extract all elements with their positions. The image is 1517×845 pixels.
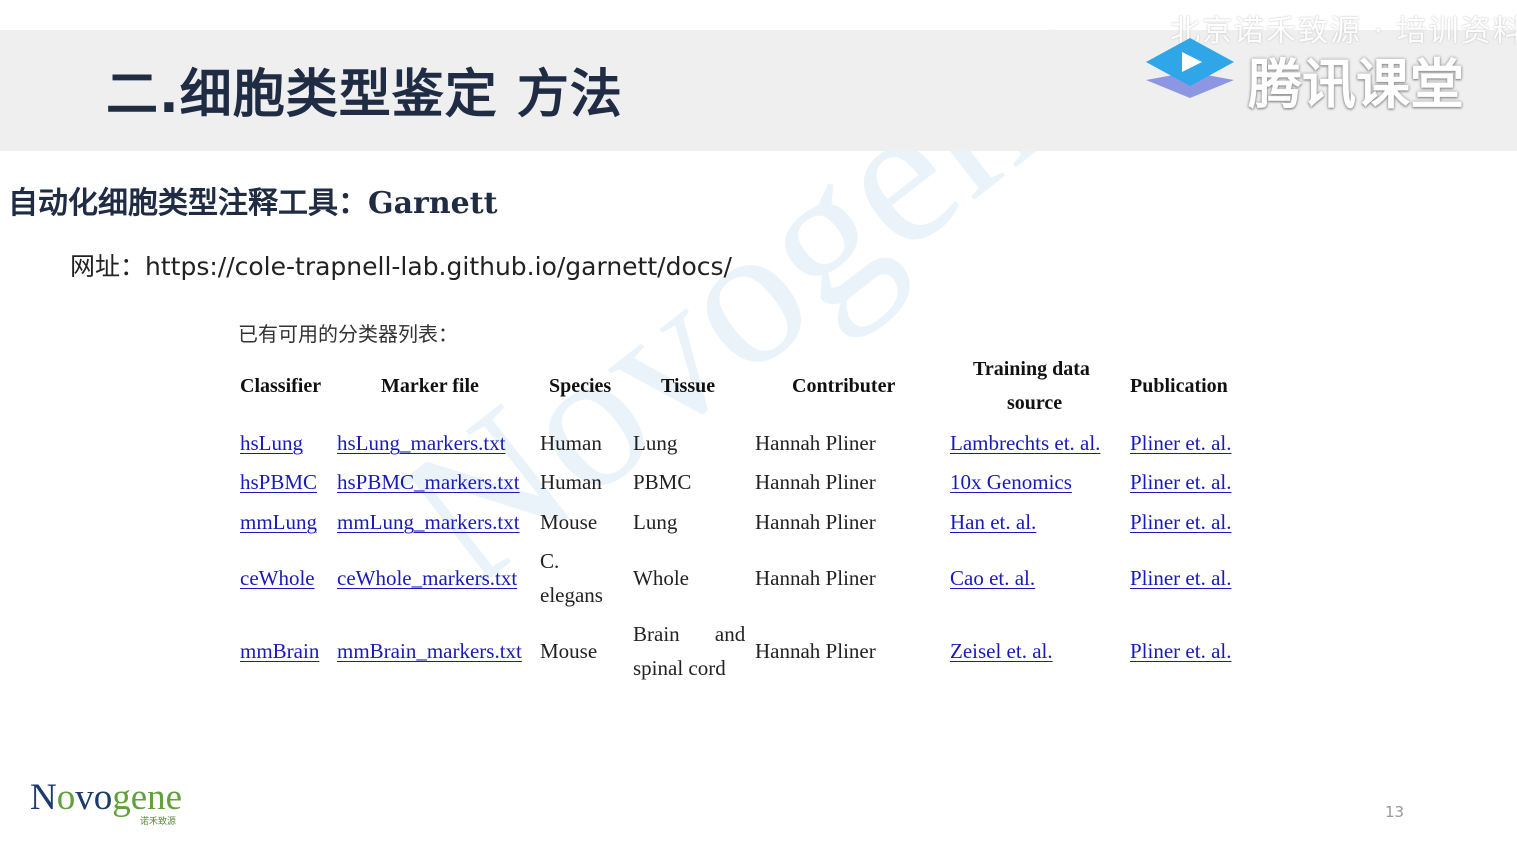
species-cell: Human: [540, 470, 602, 494]
page-number: 13: [1385, 803, 1405, 821]
species-cell: Human: [540, 431, 602, 455]
table-row: ceWhole ceWhole_markers.txt C. elegans W…: [240, 544, 1250, 616]
contributer-cell: Hannah Pliner: [755, 566, 876, 590]
marker-file-link[interactable]: hsLung_markers.txt: [337, 426, 506, 460]
marker-file-link[interactable]: hsPBMC_markers.txt: [337, 465, 520, 499]
training-source-link[interactable]: Han et. al.: [950, 505, 1036, 539]
slide-title: 二.细胞类型鉴定 方法: [106, 65, 623, 125]
tissue-line1-text: Brain and: [633, 622, 746, 646]
url-line: 网址：https://cole-trapnell-lab.github.io/g…: [70, 247, 732, 283]
classifier-link[interactable]: hsPBMC: [240, 465, 317, 499]
training-source-link[interactable]: Zeisel et. al.: [950, 634, 1053, 668]
tissue-cell: PBMC: [633, 470, 692, 494]
header-training-line2: source: [1007, 392, 1063, 414]
table-row: hsLung hsLung_markers.txt Human Lung Han…: [240, 426, 1250, 462]
table-row: mmBrain mmBrain_markers.txt Mouse Brain …: [240, 617, 1250, 689]
contributer-cell: Hannah Pliner: [755, 470, 876, 494]
tencent-classroom-logo-icon: [1146, 38, 1234, 98]
tissue-cell-line1: Brain and: [633, 617, 751, 651]
training-source-link[interactable]: Lambrechts et. al.: [950, 426, 1100, 460]
classifier-link[interactable]: hsLung: [240, 426, 303, 460]
training-source-link[interactable]: 10x Genomics: [950, 465, 1072, 499]
species-cell-line1: C.: [540, 549, 560, 573]
publication-link[interactable]: Pliner et. al.: [1130, 634, 1231, 668]
logo-n: N: [30, 777, 57, 818]
publication-link[interactable]: Pliner et. al.: [1130, 426, 1231, 460]
header-marker-file: Marker file: [381, 375, 479, 397]
marker-file-link[interactable]: mmBrain_markers.txt: [337, 634, 522, 668]
subtitle-prefix: 自动化细胞类型注释工具：: [8, 186, 368, 221]
training-source-link[interactable]: Cao et. al.: [950, 561, 1035, 595]
publication-link[interactable]: Pliner et. al.: [1130, 465, 1231, 499]
logo-gene: gene: [112, 777, 183, 818]
url-value[interactable]: https://cole-trapnell-lab.github.io/garn…: [145, 252, 732, 281]
species-cell: Mouse: [540, 510, 598, 534]
table-row: hsPBMC hsPBMC_markers.txt Human PBMC Han…: [240, 465, 1250, 501]
tissue-cell: Lung: [633, 431, 678, 455]
tissue-cell: Whole: [633, 566, 689, 590]
section-subtitle: 自动化细胞类型注释工具：Garnett: [8, 178, 497, 222]
contributer-cell: Hannah Pliner: [755, 639, 876, 663]
logo-globe-o: o: [56, 777, 76, 818]
tissue-cell-line2: spinal cord: [633, 656, 726, 680]
url-label: 网址：: [70, 252, 146, 281]
classifier-link[interactable]: mmBrain: [240, 634, 319, 668]
contributer-cell: Hannah Pliner: [755, 510, 876, 534]
tissue-cell: Lung: [633, 510, 678, 534]
table-caption: 已有可用的分类器列表：: [238, 322, 458, 346]
table-row: mmLung mmLung_markers.txt Mouse Lung Han…: [240, 505, 1250, 541]
marker-file-link[interactable]: mmLung_markers.txt: [337, 505, 520, 539]
species-cell-line2: elegans: [540, 583, 603, 607]
header-tissue: Tissue: [661, 375, 716, 397]
table-header-row: Classifier Marker file Species Tissue Co…: [240, 352, 1250, 420]
header-classifier: Classifier: [240, 375, 322, 397]
species-cell: Mouse: [540, 639, 598, 663]
header-contributer: Contributer: [792, 375, 896, 397]
subtitle-tool-name: Garnett: [368, 186, 498, 221]
contributer-cell: Hannah Pliner: [755, 431, 876, 455]
novogene-logo: Novogene: [30, 776, 182, 819]
marker-file-link[interactable]: ceWhole_markers.txt: [337, 561, 517, 595]
publication-link[interactable]: Pliner et. al.: [1130, 561, 1231, 595]
publication-link[interactable]: Pliner et. al.: [1130, 505, 1231, 539]
header-publication: Publication: [1130, 375, 1228, 397]
classifier-link[interactable]: ceWhole: [240, 561, 315, 595]
classifier-link[interactable]: mmLung: [240, 505, 317, 539]
header-training-line1: Training data: [973, 358, 1090, 380]
logo-vo: vo: [75, 777, 113, 818]
header-species: Species: [549, 375, 612, 397]
novogene-logo-subtext: 诺禾致源: [140, 817, 177, 827]
tencent-classroom-text: 腾讯课堂: [1248, 53, 1464, 116]
